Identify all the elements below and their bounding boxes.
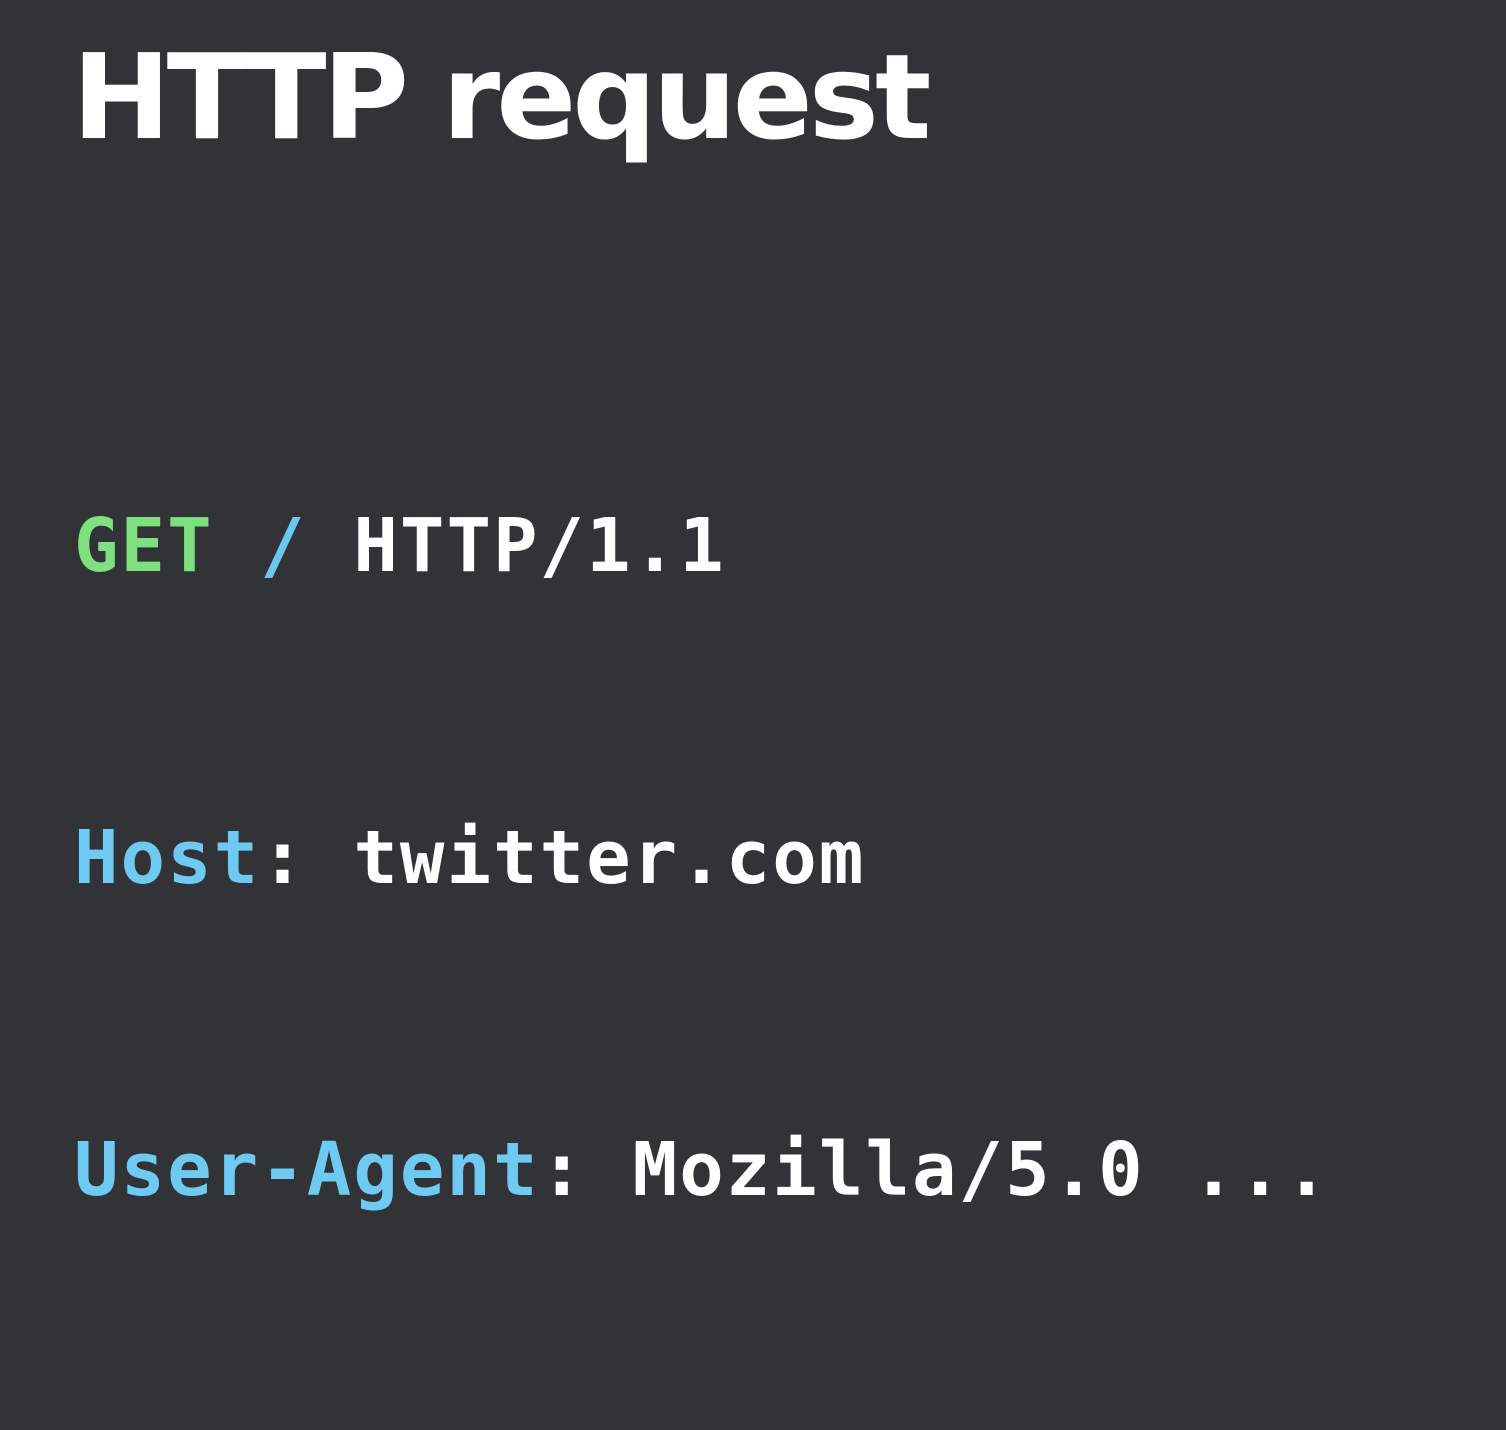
http-version: HTTP/1.1: [353, 503, 726, 589]
request-path: /: [260, 503, 307, 589]
header-line-host: Host: twitter.com: [74, 806, 1331, 910]
http-request-block: GET / HTTP/1.1 Host: twitter.com User-Ag…: [74, 286, 1331, 1430]
header-value: Mozilla/5.0 ...: [632, 1127, 1331, 1213]
header-line-user-agent: User-Agent: Mozilla/5.0 ...: [74, 1118, 1331, 1222]
header-name: User-Agent: [74, 1127, 540, 1213]
request-line: GET / HTTP/1.1: [74, 494, 1331, 598]
header-value: twitter.com: [353, 815, 866, 901]
header-separator: :: [260, 815, 307, 901]
request-method: GET: [74, 503, 214, 589]
header-name: Host: [74, 815, 261, 901]
slide: HTTP request GET / HTTP/1.1 Host: twitte…: [0, 0, 1506, 1213]
slide-title: HTTP request: [72, 28, 931, 166]
header-separator: :: [539, 1127, 587, 1213]
